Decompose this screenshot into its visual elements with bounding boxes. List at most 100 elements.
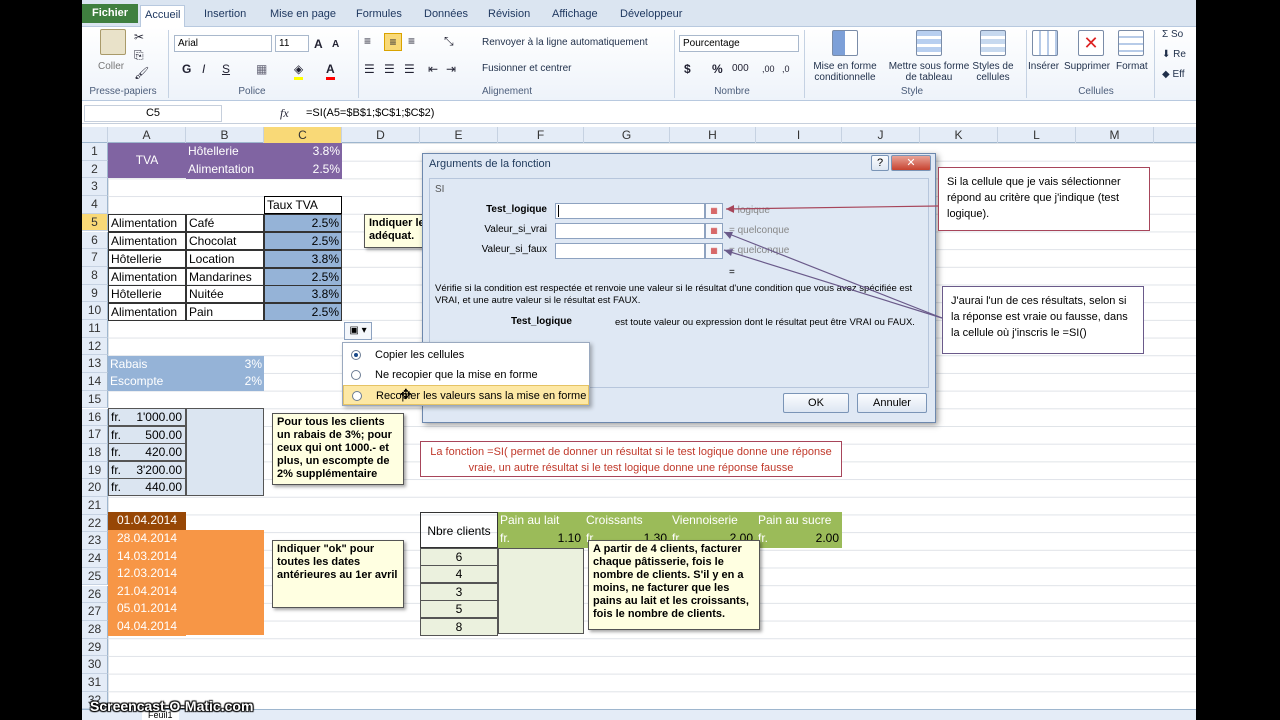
cell-a13[interactable]: Rabais <box>108 356 186 374</box>
shrink-font-icon[interactable]: A <box>332 37 339 53</box>
cell-a23[interactable]: 28.04.2014 <box>108 530 186 548</box>
cell-b10[interactable]: Pain <box>186 303 264 321</box>
row-header[interactable]: 7 <box>82 249 108 267</box>
wrap-text-button[interactable]: Renvoyer à la ligne automatiquement <box>482 37 648 48</box>
row-header[interactable]: 20 <box>82 479 108 497</box>
clear-button[interactable]: ◆ Eff <box>1162 69 1185 80</box>
cell-a16[interactable]: fr. 1'000.00 <box>108 408 186 426</box>
tab-formules[interactable]: Formules <box>352 5 406 27</box>
row-header[interactable]: 4 <box>82 196 108 214</box>
valeur-si-faux-input[interactable] <box>555 243 705 259</box>
thousands-button[interactable]: 000 <box>732 61 749 77</box>
cell-b1[interactable]: Hôtellerie <box>186 143 264 161</box>
cell-b9[interactable]: Nuitée <box>186 285 264 303</box>
decrease-decimal-icon[interactable]: ,0 <box>782 61 790 77</box>
row-header[interactable]: 28 <box>82 620 108 639</box>
ok-button[interactable]: OK <box>783 393 849 413</box>
cell-a14[interactable]: Escompte <box>108 373 186 391</box>
cell-e25[interactable]: 4 <box>420 565 498 583</box>
cell-b13[interactable]: 3% <box>186 356 264 374</box>
column-header[interactable]: J <box>842 127 920 143</box>
help-button[interactable]: ? <box>871 155 889 171</box>
delete-button[interactable]: Supprimer <box>1064 61 1110 72</box>
collapse-dialog-icon[interactable]: ▦ <box>705 223 723 239</box>
cell-a20[interactable]: fr. 440.00 <box>108 478 186 496</box>
cell-i22[interactable]: Pain au sucre <box>756 512 842 530</box>
cell-a5[interactable]: Alimentation <box>108 214 186 232</box>
row-header[interactable]: 25 <box>82 567 108 586</box>
cell-f22[interactable]: Pain au lait <box>498 512 584 530</box>
row-header[interactable]: 1 <box>82 143 108 161</box>
row-header[interactable]: 9 <box>82 284 108 303</box>
row-header[interactable]: 30 <box>82 656 108 674</box>
close-icon[interactable]: ✕ <box>891 155 931 171</box>
cell-e28[interactable]: 8 <box>420 618 498 636</box>
fill-button[interactable]: ⬇ Re <box>1162 49 1186 60</box>
row-header[interactable]: 21 <box>82 497 108 515</box>
collapse-dialog-icon[interactable]: ▦ <box>705 243 723 259</box>
format-cells-icon[interactable] <box>1118 30 1144 56</box>
row-header[interactable]: 15 <box>82 390 108 409</box>
select-all[interactable] <box>82 127 108 143</box>
row-header[interactable]: 10 <box>82 302 108 320</box>
column-header[interactable]: C <box>264 127 342 143</box>
cell-b7[interactable]: Location <box>186 250 264 268</box>
decrease-indent-icon[interactable]: ⇤ <box>428 61 438 77</box>
format-table-icon[interactable] <box>916 30 942 56</box>
row-header[interactable]: 31 <box>82 674 108 692</box>
borders-icon[interactable]: ▦ <box>256 61 267 77</box>
number-format-select[interactable]: Pourcentage <box>679 35 799 52</box>
column-header[interactable]: A <box>108 127 186 143</box>
row-header[interactable]: 29 <box>82 638 108 657</box>
cell-c4[interactable]: Taux TVA <box>264 196 342 214</box>
cell-h22[interactable]: Viennoiserie <box>670 512 756 530</box>
cell-a8[interactable]: Alimentation <box>108 268 186 286</box>
cell-a7[interactable]: Hôtellerie <box>108 250 186 268</box>
column-header[interactable]: I <box>756 127 842 143</box>
align-center-icon[interactable]: ☰ <box>384 61 395 77</box>
row-header[interactable]: 14 <box>82 373 108 391</box>
row-header[interactable]: 11 <box>82 320 108 338</box>
bold-button[interactable]: G <box>182 61 191 77</box>
name-box[interactable]: C5 <box>84 105 222 122</box>
cell-a10[interactable]: Alimentation <box>108 303 186 321</box>
grow-font-icon[interactable]: A <box>314 36 323 52</box>
cell-c1[interactable]: 3.8% <box>264 143 342 161</box>
cell-c6[interactable]: 2.5% <box>264 232 342 250</box>
cell-c8[interactable]: 2.5% <box>264 268 342 286</box>
column-header[interactable]: E <box>420 127 498 143</box>
tab-fichier[interactable]: Fichier <box>82 4 139 23</box>
row-header[interactable]: 12 <box>82 337 108 356</box>
tab-affichage[interactable]: Affichage <box>548 5 602 27</box>
cell-e22[interactable]: Nbre clients <box>420 512 498 548</box>
conditional-format-button[interactable]: Mise en forme conditionnelle <box>808 61 882 83</box>
cell-e27[interactable]: 5 <box>420 600 498 618</box>
cell-b14[interactable]: 2% <box>186 373 264 391</box>
paste-option-format-only[interactable]: Ne recopier que la mise en forme <box>343 365 589 385</box>
cell-e24[interactable]: 6 <box>420 548 498 566</box>
cell-f23[interactable]: fr. 1.10 <box>498 530 584 548</box>
cell-e26[interactable]: 3 <box>420 583 498 601</box>
row-header[interactable]: 13 <box>82 355 108 374</box>
column-header[interactable]: L <box>998 127 1076 143</box>
column-header[interactable]: D <box>342 127 420 143</box>
cell-a27[interactable]: 05.01.2014 <box>108 600 186 618</box>
collapse-dialog-icon[interactable]: ▦ <box>705 203 723 219</box>
cell-b23-b28[interactable] <box>186 530 264 635</box>
cell-a24[interactable]: 14.03.2014 <box>108 548 186 566</box>
column-header[interactable]: G <box>584 127 670 143</box>
cell-g22[interactable]: Croissants <box>584 512 670 530</box>
cell-a18[interactable]: fr. 420.00 <box>108 443 186 461</box>
row-header[interactable]: 22 <box>82 514 108 533</box>
row-header[interactable]: 3 <box>82 178 108 197</box>
font-size-select[interactable]: 11 <box>275 35 309 52</box>
tab-accueil[interactable]: Accueil <box>140 5 186 28</box>
paste-options-icon[interactable]: ▣ ▾ <box>344 322 372 340</box>
fx-button[interactable]: fx <box>280 105 289 121</box>
tab-insertion[interactable]: Insertion <box>200 5 250 27</box>
cell-tva[interactable]: TVA <box>108 143 186 178</box>
increase-decimal-icon[interactable]: ,00 <box>762 61 775 77</box>
font-name-select[interactable]: Arial <box>174 35 272 52</box>
format-table-button[interactable]: Mettre sous forme de tableau <box>884 61 974 83</box>
row-header[interactable]: 19 <box>82 461 108 480</box>
